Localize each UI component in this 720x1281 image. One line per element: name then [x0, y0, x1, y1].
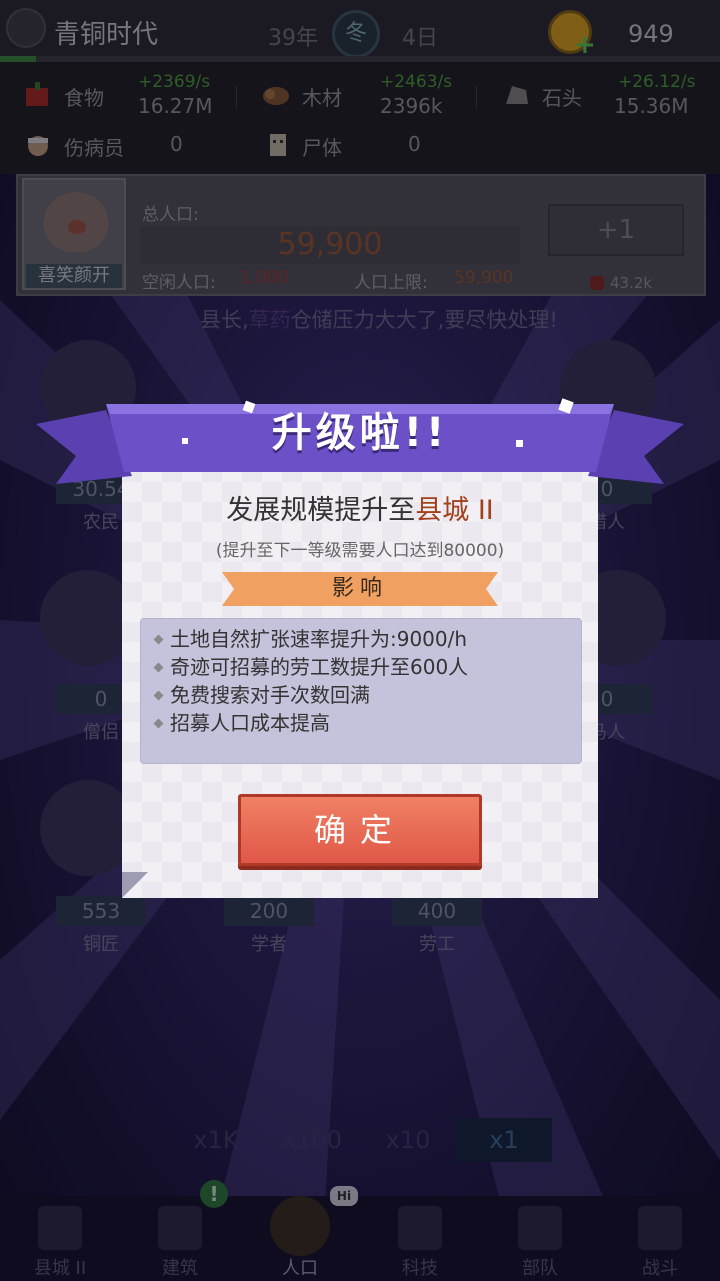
level-up-title: 升级啦!!: [271, 410, 449, 456]
effect-item: 招募人口成本提高: [151, 709, 571, 737]
dialog-title-city: 县城 II: [415, 495, 494, 526]
effect-text: 土地自然扩张速率提升为:9000/h: [170, 627, 468, 651]
confirm-button[interactable]: 确定: [238, 794, 482, 866]
dialog-title: 发展规模提升至县城 II: [122, 488, 598, 527]
dialog-subtitle: (提升至下一等级需要人口达到80000): [215, 541, 505, 561]
effect-item: 免费搜索对手次数回满: [151, 681, 571, 709]
effects-heading: 影响: [331, 576, 388, 601]
page-corner: [122, 872, 148, 898]
effect-text: 免费搜索对手次数回满: [170, 683, 370, 707]
level-up-dialog: 发展规模提升至县城 II (提升至下一等级需要人口达到80000) 影响 土地自…: [122, 462, 598, 898]
effect-text: 奇迹可招募的劳工数提升至600人: [170, 655, 469, 679]
effect-text: 招募人口成本提高: [170, 711, 330, 735]
effect-item: 奇迹可招募的劳工数提升至600人: [151, 653, 571, 681]
dialog-title-prefix: 发展规模提升至: [226, 495, 416, 526]
effect-item: 土地自然扩张速率提升为:9000/h: [151, 625, 571, 653]
effects-list: 土地自然扩张速率提升为:9000/h 奇迹可招募的劳工数提升至600人 免费搜索…: [140, 618, 582, 764]
